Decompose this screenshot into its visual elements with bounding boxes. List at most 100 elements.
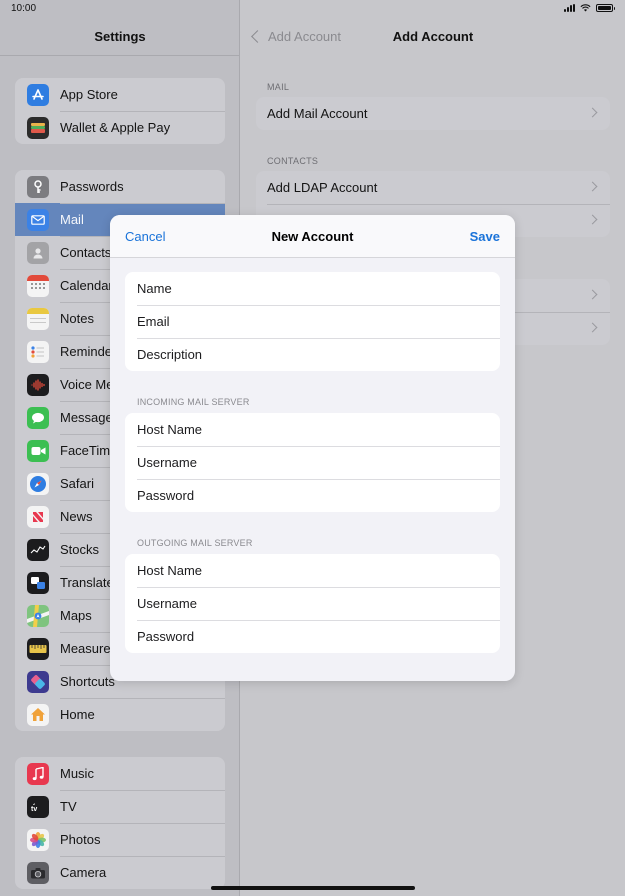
outgoing-server-group <box>125 554 500 653</box>
safari-icon <box>27 472 49 495</box>
new-account-sheet: New Account Cancel Save INCOMING MAIL SE… <box>110 215 515 681</box>
sidebar-item-label: Passwords <box>60 179 124 194</box>
chevron-right-icon <box>587 181 598 192</box>
sidebar-item-label: Photos <box>60 832 101 847</box>
sidebar-item-label: Notes <box>60 311 94 326</box>
description-field[interactable] <box>137 347 477 362</box>
svg-text:tv: tv <box>31 806 37 812</box>
cellular-signal-icon <box>564 4 575 12</box>
back-button[interactable]: Add Account <box>249 29 341 44</box>
outgoing-username-field[interactable] <box>137 596 477 611</box>
name-field[interactable] <box>137 281 477 296</box>
outgoing-host-row <box>125 554 500 587</box>
messages-icon <box>27 406 49 429</box>
sidebar-item-label: Mail <box>60 212 84 227</box>
sidebar-item-wallet[interactable]: Wallet & Apple Pay <box>15 111 225 144</box>
sidebar-item-label: Maps <box>60 608 92 623</box>
incoming-host-row <box>125 413 500 446</box>
outgoing-server-header: OUTGOING MAIL SERVER <box>137 538 253 548</box>
chevron-right-icon <box>587 214 598 225</box>
sidebar-item-label: App Store <box>60 87 118 102</box>
status-icons <box>564 4 615 12</box>
save-button[interactable]: Save <box>470 229 500 244</box>
sidebar-item-label: Calendar <box>60 278 113 293</box>
wifi-icon <box>580 4 591 12</box>
back-button-label: Add Account <box>268 29 341 44</box>
home-indicator[interactable] <box>211 886 415 890</box>
sidebar-item-passwords[interactable]: Passwords <box>15 170 225 203</box>
contacts-icon <box>27 241 49 264</box>
incoming-password-row <box>125 479 500 512</box>
outgoing-password-field[interactable] <box>137 629 477 644</box>
sidebar-title: Settings <box>94 29 146 44</box>
outgoing-host-name-field[interactable] <box>137 563 477 578</box>
incoming-username-field[interactable] <box>137 455 477 470</box>
account-info-group <box>125 272 500 371</box>
app-store-icon <box>27 83 49 106</box>
mail-section-header: MAIL <box>267 82 290 92</box>
email-field-row <box>125 305 500 338</box>
photos-icon <box>27 828 49 851</box>
sidebar-item-label: Measure <box>60 641 111 656</box>
key-icon <box>27 175 49 198</box>
cancel-button[interactable]: Cancel <box>125 229 165 244</box>
chevron-left-icon <box>251 30 264 43</box>
sidebar-item-label: Music <box>60 766 94 781</box>
sidebar-item-camera[interactable]: Camera <box>15 856 225 889</box>
sidebar-item-music[interactable]: Music <box>15 757 225 790</box>
sheet-title: New Account <box>271 229 354 244</box>
add-ldap-account-row[interactable]: Add LDAP Account <box>256 171 610 204</box>
music-icon <box>27 762 49 785</box>
home-icon <box>27 703 49 726</box>
row-label: Add Mail Account <box>267 106 368 121</box>
translate-icon <box>27 571 49 594</box>
sidebar-item-app-store[interactable]: App Store <box>15 78 225 111</box>
sidebar-item-label: News <box>60 509 93 524</box>
add-mail-account-row[interactable]: Add Mail Account <box>256 97 610 130</box>
name-field-row <box>125 272 500 305</box>
sidebar-item-label: Safari <box>60 476 94 491</box>
shortcuts-icon <box>27 670 49 693</box>
status-time: 10:00 <box>11 3 37 14</box>
sheet-header: New Account Cancel Save <box>110 215 515 258</box>
sidebar-item-label: Contacts <box>60 245 112 260</box>
sidebar-item-label: TV <box>60 799 77 814</box>
incoming-host-name-field[interactable] <box>137 422 477 437</box>
incoming-server-header: INCOMING MAIL SERVER <box>137 397 250 407</box>
sidebar-group-store: App Store Wallet & Apple Pay <box>15 78 225 144</box>
chevron-right-icon <box>587 107 598 118</box>
tv-icon: tv <box>27 795 49 818</box>
contacts-section-header: CONTACTS <box>267 156 319 166</box>
email-field[interactable] <box>137 314 477 329</box>
sidebar-item-label: Shortcuts <box>60 674 115 689</box>
battery-icon <box>596 4 615 12</box>
incoming-username-row <box>125 446 500 479</box>
stocks-icon <box>27 538 49 561</box>
status-bar: 10:00 <box>0 0 625 18</box>
sidebar-item-label: FaceTime <box>60 443 118 458</box>
sidebar-item-photos[interactable]: Photos <box>15 823 225 856</box>
reminders-icon <box>27 340 49 363</box>
maps-icon <box>27 604 49 627</box>
incoming-password-field[interactable] <box>137 488 477 503</box>
voice-memos-icon <box>27 373 49 396</box>
chevron-right-icon <box>587 289 598 300</box>
incoming-server-group <box>125 413 500 512</box>
chevron-right-icon <box>587 322 598 333</box>
calendar-icon <box>27 274 49 297</box>
camera-icon <box>27 861 49 884</box>
notes-icon <box>27 307 49 330</box>
wallet-icon <box>27 116 49 139</box>
sidebar-item-home[interactable]: Home <box>15 698 225 731</box>
outgoing-password-row <box>125 620 500 653</box>
sidebar-item-tv[interactable]: tv TV <box>15 790 225 823</box>
mail-icon <box>27 208 49 231</box>
sidebar-divider <box>0 55 239 56</box>
sidebar-item-label: Home <box>60 707 95 722</box>
sidebar-group-media: Music tv TV Photos Camera <box>15 757 225 889</box>
news-icon <box>27 505 49 528</box>
sidebar-item-label: Translate <box>60 575 114 590</box>
facetime-icon <box>27 439 49 462</box>
sidebar-item-label: Stocks <box>60 542 100 557</box>
outgoing-username-row <box>125 587 500 620</box>
